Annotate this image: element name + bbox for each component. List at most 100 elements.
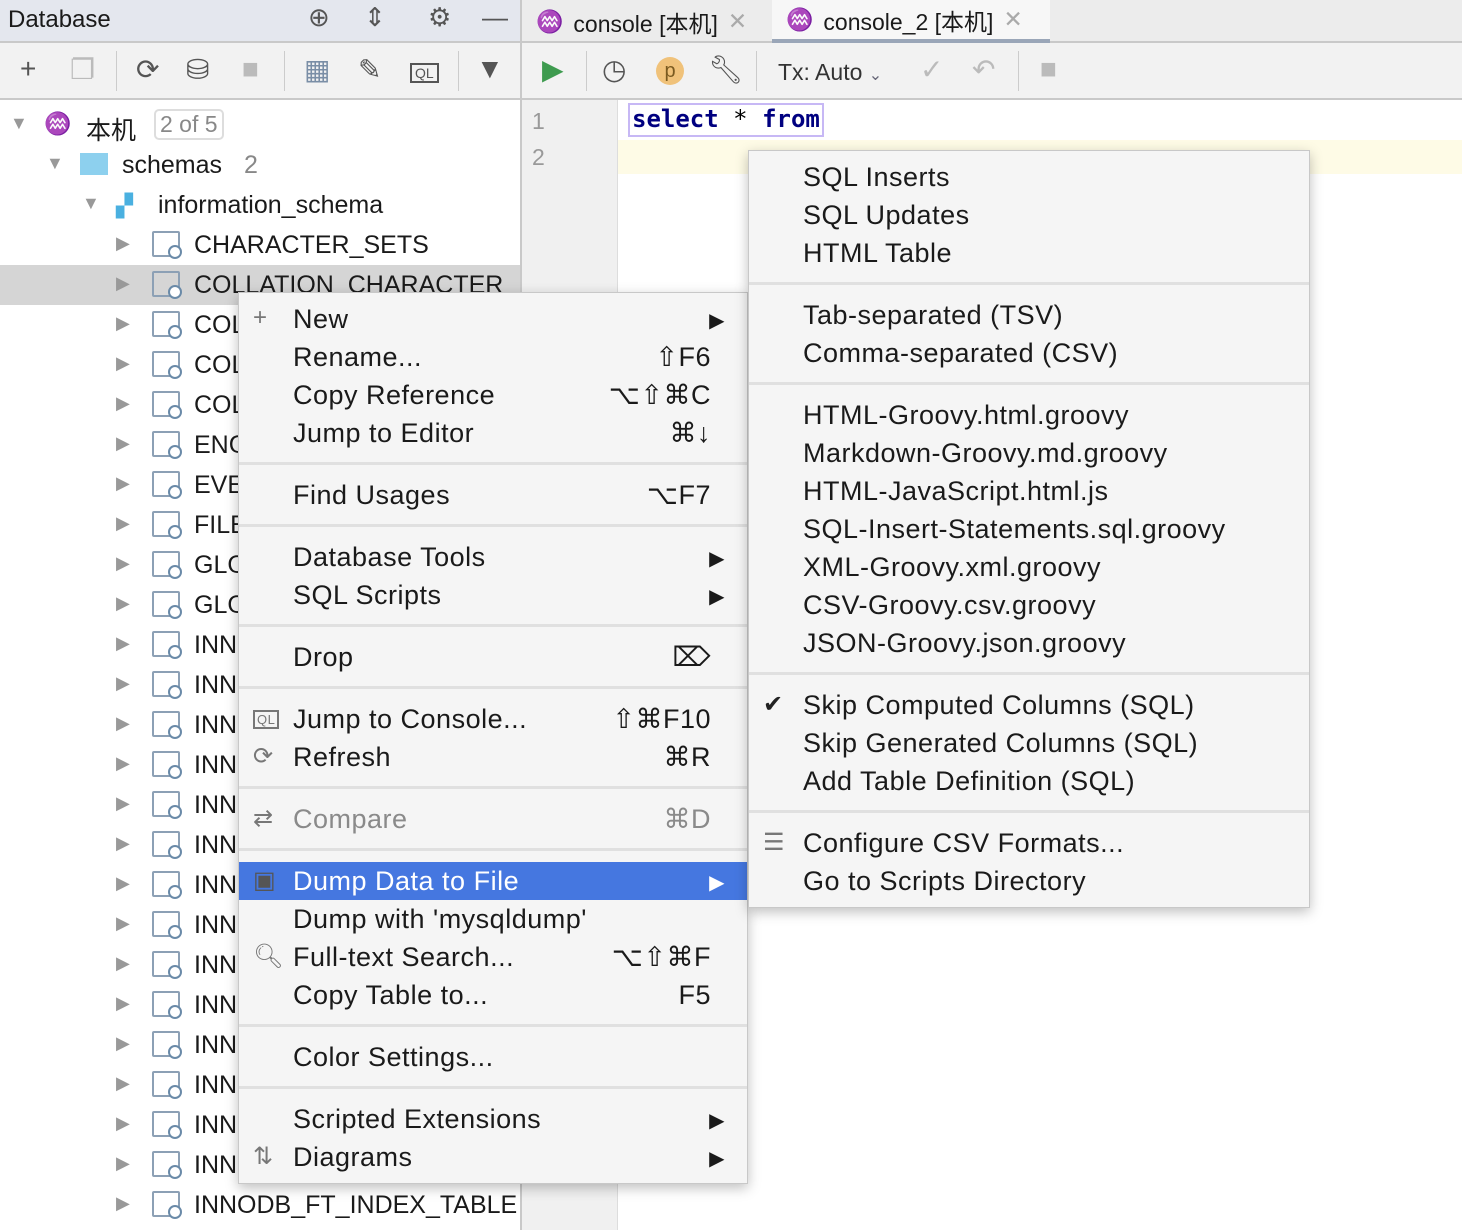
- tab-console-2[interactable]: ♒ console_2 [本机] ✕: [772, 0, 1050, 43]
- menu-item-color-settings[interactable]: Color Settings...: [239, 1038, 747, 1076]
- expand-arrow-icon[interactable]: ▶: [116, 393, 130, 414]
- menu-item-tab-separated-tsv[interactable]: Tab-separated (TSV): [749, 296, 1309, 334]
- gear-icon[interactable]: ⚙: [428, 2, 451, 33]
- menu-item-jump-to-editor[interactable]: Jump to Editor ⌘↓: [239, 414, 747, 452]
- menu-item-html-groovy-html-groovy[interactable]: HTML-Groovy.html.groovy: [749, 396, 1309, 434]
- close-icon[interactable]: ✕: [1003, 6, 1022, 33]
- menu-item-sql-inserts[interactable]: SQL Inserts: [749, 158, 1309, 196]
- menu-item-html-javascript-html-js[interactable]: HTML-JavaScript.html.js: [749, 472, 1309, 510]
- expand-arrow-icon[interactable]: ▶: [116, 793, 130, 814]
- menu-label: Diagrams: [293, 1142, 413, 1172]
- expand-arrow-icon[interactable]: ▼: [46, 153, 64, 174]
- menu-item-copy-table-to[interactable]: Copy Table to... F5: [239, 976, 747, 1014]
- expand-arrow-icon[interactable]: ▶: [116, 673, 130, 694]
- view-icon: [152, 551, 182, 579]
- menu-item-comma-separated-csv[interactable]: Comma-separated (CSV): [749, 334, 1309, 372]
- wrench-icon[interactable]: 🔧︎: [708, 53, 744, 86]
- run-icon[interactable]: ▶: [542, 53, 564, 86]
- expand-arrow-icon[interactable]: ▶: [116, 233, 130, 254]
- expand-arrow-icon[interactable]: ▶: [116, 953, 130, 974]
- tree-node-root[interactable]: ▼ ♒ 本机 2 of 5: [0, 105, 520, 145]
- expand-arrow-icon[interactable]: ▶: [116, 713, 130, 734]
- edit-icon[interactable]: ✎: [358, 53, 381, 86]
- p-badge-icon[interactable]: p: [656, 57, 684, 85]
- rollback-icon[interactable]: ↶: [972, 53, 995, 86]
- expand-arrow-icon[interactable]: ▶: [116, 1033, 130, 1054]
- expand-arrow-icon[interactable]: ▶: [116, 873, 130, 894]
- menu-icon: QL: [253, 710, 280, 729]
- expand-arrow-icon[interactable]: ▶: [116, 1113, 130, 1134]
- minimize-icon[interactable]: —: [482, 2, 508, 33]
- expand-arrow-icon[interactable]: ▶: [116, 553, 130, 574]
- menu-item-go-to-scripts-directory[interactable]: Go to Scripts Directory: [749, 862, 1309, 900]
- collapse-icon[interactable]: ⇕: [364, 2, 386, 33]
- view-icon: [152, 591, 182, 619]
- tree-node-schema[interactable]: ▼ ▞ information_schema: [0, 185, 520, 225]
- commit-icon[interactable]: ✓: [920, 53, 943, 86]
- menu-item-sql-insert-statements-sql-groovy[interactable]: SQL-Insert-Statements.sql.groovy: [749, 510, 1309, 548]
- filter-icon[interactable]: ▼: [476, 53, 504, 85]
- menu-item-full-text-search[interactable]: 🔍︎ Full-text Search... ⌥⇧⌘F: [239, 938, 747, 976]
- close-icon[interactable]: ✕: [728, 8, 747, 35]
- db-tools-icon[interactable]: ⛁: [186, 53, 209, 86]
- tree-node-table[interactable]: ▶ INNODB_FT_INDEX_TABLE: [0, 1185, 520, 1225]
- expand-arrow-icon[interactable]: ▶: [116, 433, 130, 454]
- menu-item-copy-reference[interactable]: Copy Reference ⌥⇧⌘C: [239, 376, 747, 414]
- tab-console[interactable]: ♒ console [本机] ✕: [522, 0, 761, 43]
- expand-arrow-icon[interactable]: ▶: [116, 633, 130, 654]
- menu-item-skip-computed-columns-sql[interactable]: ✔ Skip Computed Columns (SQL): [749, 686, 1309, 724]
- expand-arrow-icon[interactable]: ▼: [10, 113, 28, 134]
- menu-item-configure-csv-formats[interactable]: ☰ Configure CSV Formats...: [749, 824, 1309, 862]
- menu-item-sql-updates[interactable]: SQL Updates: [749, 196, 1309, 234]
- refresh-icon[interactable]: ⟳: [136, 53, 159, 86]
- expand-arrow-icon[interactable]: ▶: [116, 593, 130, 614]
- table-icon[interactable]: ▦: [304, 53, 330, 86]
- menu-item-drop[interactable]: Drop ⌦: [239, 638, 747, 676]
- duplicate-icon[interactable]: ❐: [70, 53, 95, 86]
- expand-arrow-icon[interactable]: ▼: [82, 193, 100, 214]
- target-icon[interactable]: ⊕: [308, 2, 330, 33]
- menu-item-html-table[interactable]: HTML Table: [749, 234, 1309, 272]
- menu-separator: [239, 452, 747, 476]
- menu-item-markdown-groovy-md-groovy[interactable]: Markdown-Groovy.md.groovy: [749, 434, 1309, 472]
- menu-item-database-tools[interactable]: Database Tools ▶: [239, 538, 747, 576]
- stop-icon[interactable]: ■: [1040, 53, 1057, 85]
- menu-item-find-usages[interactable]: Find Usages ⌥F7: [239, 476, 747, 514]
- menu-item-dump-data-to-file[interactable]: ▣ Dump Data to File ▶: [239, 862, 747, 900]
- menu-item-new[interactable]: + New ▶: [239, 300, 747, 338]
- expand-arrow-icon[interactable]: ▶: [116, 833, 130, 854]
- menu-item-compare[interactable]: ⇄ Compare ⌘D: [239, 800, 747, 838]
- expand-arrow-icon[interactable]: ▶: [116, 473, 130, 494]
- expand-arrow-icon[interactable]: ▶: [116, 353, 130, 374]
- sql-code[interactable]: select * from: [628, 103, 824, 137]
- expand-arrow-icon[interactable]: ▶: [116, 1193, 130, 1214]
- expand-arrow-icon[interactable]: ▶: [116, 1073, 130, 1094]
- menu-item-dump-with-mysqldump[interactable]: Dump with 'mysqldump': [239, 900, 747, 938]
- add-icon[interactable]: +: [20, 53, 36, 85]
- menu-item-json-groovy-json-groovy[interactable]: JSON-Groovy.json.groovy: [749, 624, 1309, 662]
- menu-item-diagrams[interactable]: ⇅ Diagrams ▶: [239, 1138, 747, 1176]
- menu-item-rename[interactable]: Rename... ⇧F6: [239, 338, 747, 376]
- stop-icon[interactable]: ■: [242, 53, 259, 85]
- expand-arrow-icon[interactable]: ▶: [116, 513, 130, 534]
- expand-arrow-icon[interactable]: ▶: [116, 753, 130, 774]
- expand-arrow-icon[interactable]: ▶: [116, 993, 130, 1014]
- expand-arrow-icon[interactable]: ▶: [116, 913, 130, 934]
- menu-item-xml-groovy-xml-groovy[interactable]: XML-Groovy.xml.groovy: [749, 548, 1309, 586]
- tx-mode-dropdown[interactable]: Tx: Auto ⌄: [778, 59, 882, 86]
- menu-item-refresh[interactable]: ⟳ Refresh ⌘R: [239, 738, 747, 776]
- expand-arrow-icon[interactable]: ▶: [116, 273, 130, 294]
- menu-item-sql-scripts[interactable]: SQL Scripts ▶: [239, 576, 747, 614]
- tree-node-schemas[interactable]: ▼ schemas 2: [0, 145, 520, 185]
- console-icon[interactable]: QL: [410, 63, 439, 83]
- menu-item-scripted-extensions[interactable]: Scripted Extensions ▶: [239, 1100, 747, 1138]
- menu-item-skip-generated-columns-sql[interactable]: Skip Generated Columns (SQL): [749, 724, 1309, 762]
- menu-item-csv-groovy-csv-groovy[interactable]: CSV-Groovy.csv.groovy: [749, 586, 1309, 624]
- tree-node-table[interactable]: ▶ CHARACTER_SETS: [0, 225, 520, 265]
- history-icon[interactable]: ◷: [602, 53, 626, 86]
- dump-data-submenu: SQL Inserts SQL Updates HTML Table Tab-sepa…: [748, 150, 1310, 908]
- menu-item-jump-to-console[interactable]: QL Jump to Console... ⇧⌘F10: [239, 700, 747, 738]
- menu-item-add-table-definition-sql[interactable]: Add Table Definition (SQL): [749, 762, 1309, 800]
- expand-arrow-icon[interactable]: ▶: [116, 1153, 130, 1174]
- expand-arrow-icon[interactable]: ▶: [116, 313, 130, 334]
